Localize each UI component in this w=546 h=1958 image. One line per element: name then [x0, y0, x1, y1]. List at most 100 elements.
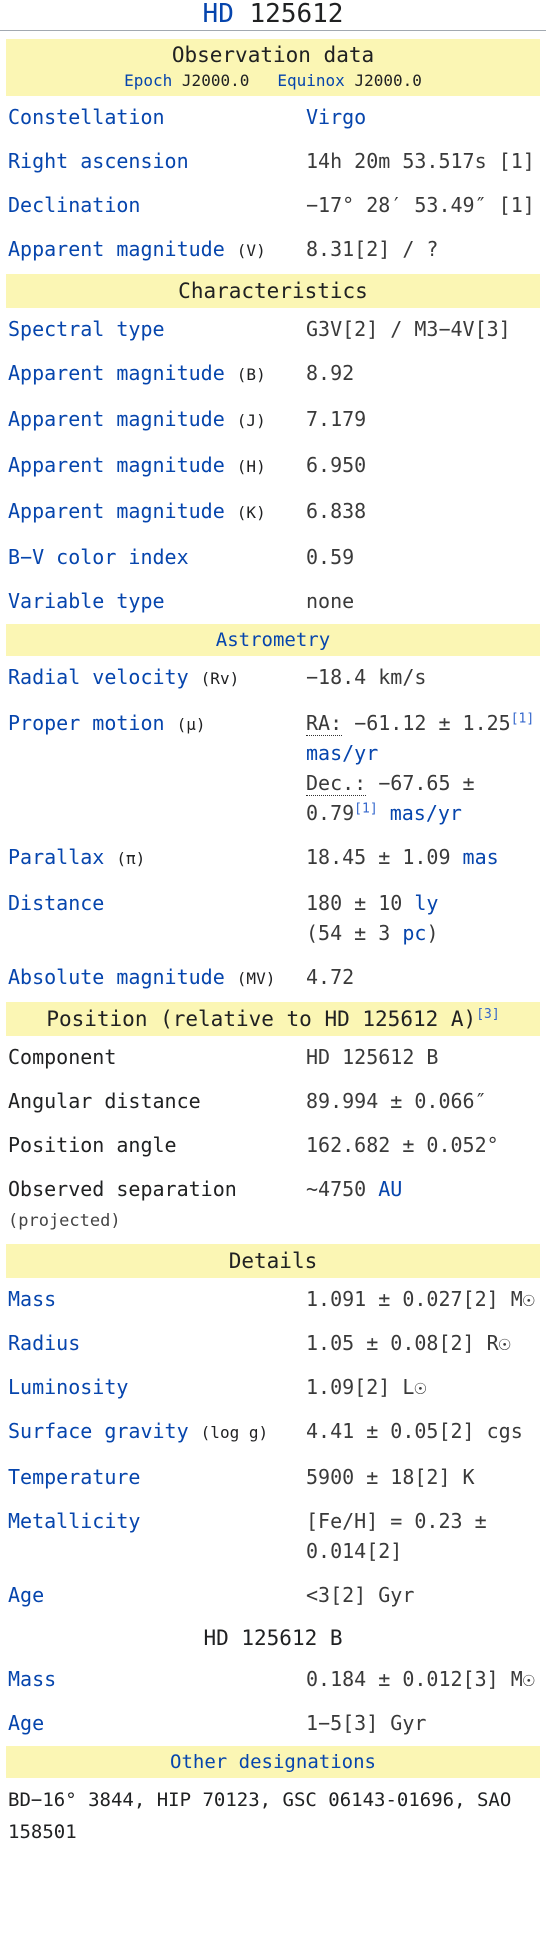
- position-header: Position (relative to HD 125612 A)[3]: [6, 1002, 540, 1036]
- appmag-k-value: 6.838: [306, 499, 367, 523]
- mass-label[interactable]: Mass: [6, 1278, 304, 1322]
- table-row: Apparent magnitude (B) 8.92: [6, 352, 540, 398]
- table-row: B−V color index 0.59: [6, 536, 540, 580]
- angdist-label: Angular distance: [8, 1089, 201, 1113]
- table-row: Parallax (π) 18.45 ± 1.09 mas: [6, 836, 540, 882]
- component-value: HD 125612 B: [306, 1045, 439, 1069]
- absmag-value: 4.72: [306, 965, 355, 989]
- bv-label[interactable]: B−V color index: [6, 536, 304, 580]
- age-b-label[interactable]: Age: [6, 1702, 304, 1746]
- appmag-j-label[interactable]: Apparent magnitude: [8, 407, 225, 431]
- table-row: Right ascension 14h 20m 53.517s [1]: [6, 140, 540, 184]
- ra-value: 14h 20m 53.517s [1]: [306, 149, 535, 173]
- table-row: Position angle 162.682 ± 0.052°: [6, 1124, 540, 1168]
- gravity-value: 4.41 ± 0.05[2] cgs: [306, 1419, 523, 1443]
- spectral-value: G3V[2] / M3−4V[3]: [306, 317, 511, 341]
- posangle-value: 162.682 ± 0.052°: [306, 1133, 499, 1157]
- table-row: Mass 1.091 ± 0.027[2] M☉: [6, 1278, 540, 1322]
- characteristics-table: Spectral type G3V[2] / M3−4V[3] Apparent …: [6, 308, 540, 624]
- gravity-label[interactable]: Surface gravity: [8, 1419, 189, 1443]
- mass-value: 1.091 ± 0.027[2] M☉: [306, 1287, 535, 1311]
- position-heading: Position (relative to HD 125612 A): [46, 1007, 477, 1031]
- table-row: Mass 0.184 ± 0.012[3] M☉: [6, 1658, 540, 1702]
- appmag-k-label[interactable]: Apparent magnitude: [8, 499, 225, 523]
- temperature-label[interactable]: Temperature: [6, 1456, 304, 1500]
- appmag-b-label[interactable]: Apparent magnitude: [8, 361, 225, 385]
- table-row: Luminosity 1.09[2] L☉: [6, 1366, 540, 1410]
- rv-label[interactable]: Radial velocity: [8, 665, 189, 689]
- epoch-link[interactable]: Epoch: [124, 71, 172, 90]
- distance-unit[interactable]: ly: [414, 891, 438, 915]
- rv-value: −18.4 km/s: [306, 665, 427, 689]
- appmag-v-label[interactable]: Apparent magnitude: [8, 237, 225, 261]
- table-row: Distance 180 ± 10 ly (54 ± 3 pc): [6, 882, 540, 956]
- other-designations-text: BD−16° 3844, HIP 70123, GSC 06143-01696,…: [8, 1789, 512, 1843]
- pm-ra-value: −61.12 ± 1.25: [354, 711, 511, 735]
- separation-label: Observed separation: [8, 1177, 237, 1201]
- position-ref[interactable]: [3]: [476, 1007, 499, 1022]
- constellation-value[interactable]: Virgo: [306, 105, 366, 129]
- table-row: Radius 1.05 ± 0.08[2] R☉: [6, 1322, 540, 1366]
- bv-value: 0.59: [306, 545, 355, 569]
- astrometry-header[interactable]: Astrometry: [6, 624, 540, 656]
- metallicity-label[interactable]: Metallicity: [6, 1500, 304, 1574]
- other-designations-header[interactable]: Other designations: [6, 1746, 540, 1778]
- table-row: Radial velocity (Rv) −18.4 km/s: [6, 656, 540, 702]
- luminosity-label[interactable]: Luminosity: [6, 1366, 304, 1410]
- mass-b-label[interactable]: Mass: [6, 1658, 304, 1702]
- parallax-unit[interactable]: mas: [463, 845, 499, 869]
- table-row: Constellation Virgo: [6, 96, 540, 140]
- parallax-label[interactable]: Parallax: [8, 845, 104, 869]
- variable-label[interactable]: Variable type: [6, 580, 304, 624]
- distance-value-pc: (54 ± 3: [306, 921, 391, 945]
- dec-label[interactable]: Declination: [6, 184, 304, 228]
- details-heading: Details: [228, 1249, 318, 1273]
- luminosity-value: 1.09[2] L☉: [306, 1375, 427, 1399]
- pm-ra-key: RA:: [306, 711, 343, 736]
- pm-label[interactable]: Proper motion: [8, 711, 165, 735]
- table-row: Variable type none: [6, 580, 540, 624]
- appmag-j-band: (J): [236, 411, 266, 430]
- spectral-label[interactable]: Spectral type: [6, 308, 304, 352]
- title-rest: 125612: [249, 0, 344, 29]
- distance-value: 180 ± 10: [306, 891, 403, 915]
- separation-unit[interactable]: AU: [378, 1177, 402, 1201]
- radius-label[interactable]: Radius: [6, 1322, 304, 1366]
- absmag-label[interactable]: Absolute magnitude: [8, 965, 225, 989]
- table-row: Metallicity [Fe/H] = 0.23 ± 0.014[2]: [6, 1500, 540, 1574]
- position-table: Component HD 125612 B Angular distance 89.…: [6, 1036, 540, 1244]
- constellation-label[interactable]: Constellation: [6, 96, 304, 140]
- pm-symbol: (μ): [176, 715, 206, 734]
- temperature-value: 5900 ± 18[2] K: [306, 1465, 475, 1489]
- age-label[interactable]: Age: [6, 1574, 304, 1618]
- characteristics-heading: Characteristics: [178, 279, 368, 303]
- table-row: Surface gravity (log g) 4.41 ± 0.05[2] cg…: [6, 1410, 540, 1456]
- ra-label[interactable]: Right ascension: [6, 140, 304, 184]
- characteristics-header: Characteristics: [6, 274, 540, 308]
- page-title: HD 125612: [0, 0, 546, 31]
- astrometry-table: Radial velocity (Rv) −18.4 km/s Proper mo…: [6, 656, 540, 1002]
- title-link[interactable]: HD: [203, 0, 234, 29]
- table-row: Absolute magnitude (MV) 4.72: [6, 956, 540, 1002]
- variable-value: none: [306, 589, 355, 613]
- table-row: Spectral type G3V[2] / M3−4V[3]: [6, 308, 540, 352]
- pm-ra-ref[interactable]: [1]: [511, 711, 534, 726]
- angdist-value: 89.994 ± 0.066″: [306, 1089, 487, 1113]
- table-row: Angular distance 89.994 ± 0.066″: [6, 1080, 540, 1124]
- pm-ra-unit[interactable]: mas/yr: [306, 741, 378, 765]
- distance-label[interactable]: Distance: [6, 882, 304, 956]
- appmag-j-value: 7.179: [306, 407, 367, 431]
- parallax-value: 18.45 ± 1.09: [306, 845, 451, 869]
- equinox-link[interactable]: Equinox: [277, 71, 344, 90]
- details-header: Details: [6, 1244, 540, 1278]
- table-row: Component HD 125612 B: [6, 1036, 540, 1080]
- separation-sub: (projected): [8, 1211, 121, 1231]
- appmag-h-label[interactable]: Apparent magnitude: [8, 453, 225, 477]
- pm-dec-unit[interactable]: mas/yr: [390, 801, 462, 825]
- table-row: Observed separation (projected) ~4750 AU: [6, 1168, 540, 1244]
- distance-unit-pc[interactable]: pc: [402, 921, 426, 945]
- mass-b-value: 0.184 ± 0.012[3] M☉: [306, 1667, 535, 1691]
- pm-dec-ref[interactable]: [1]: [354, 801, 377, 816]
- table-row: Apparent magnitude (J) 7.179: [6, 398, 540, 444]
- table-row: Apparent magnitude (H) 6.950: [6, 444, 540, 490]
